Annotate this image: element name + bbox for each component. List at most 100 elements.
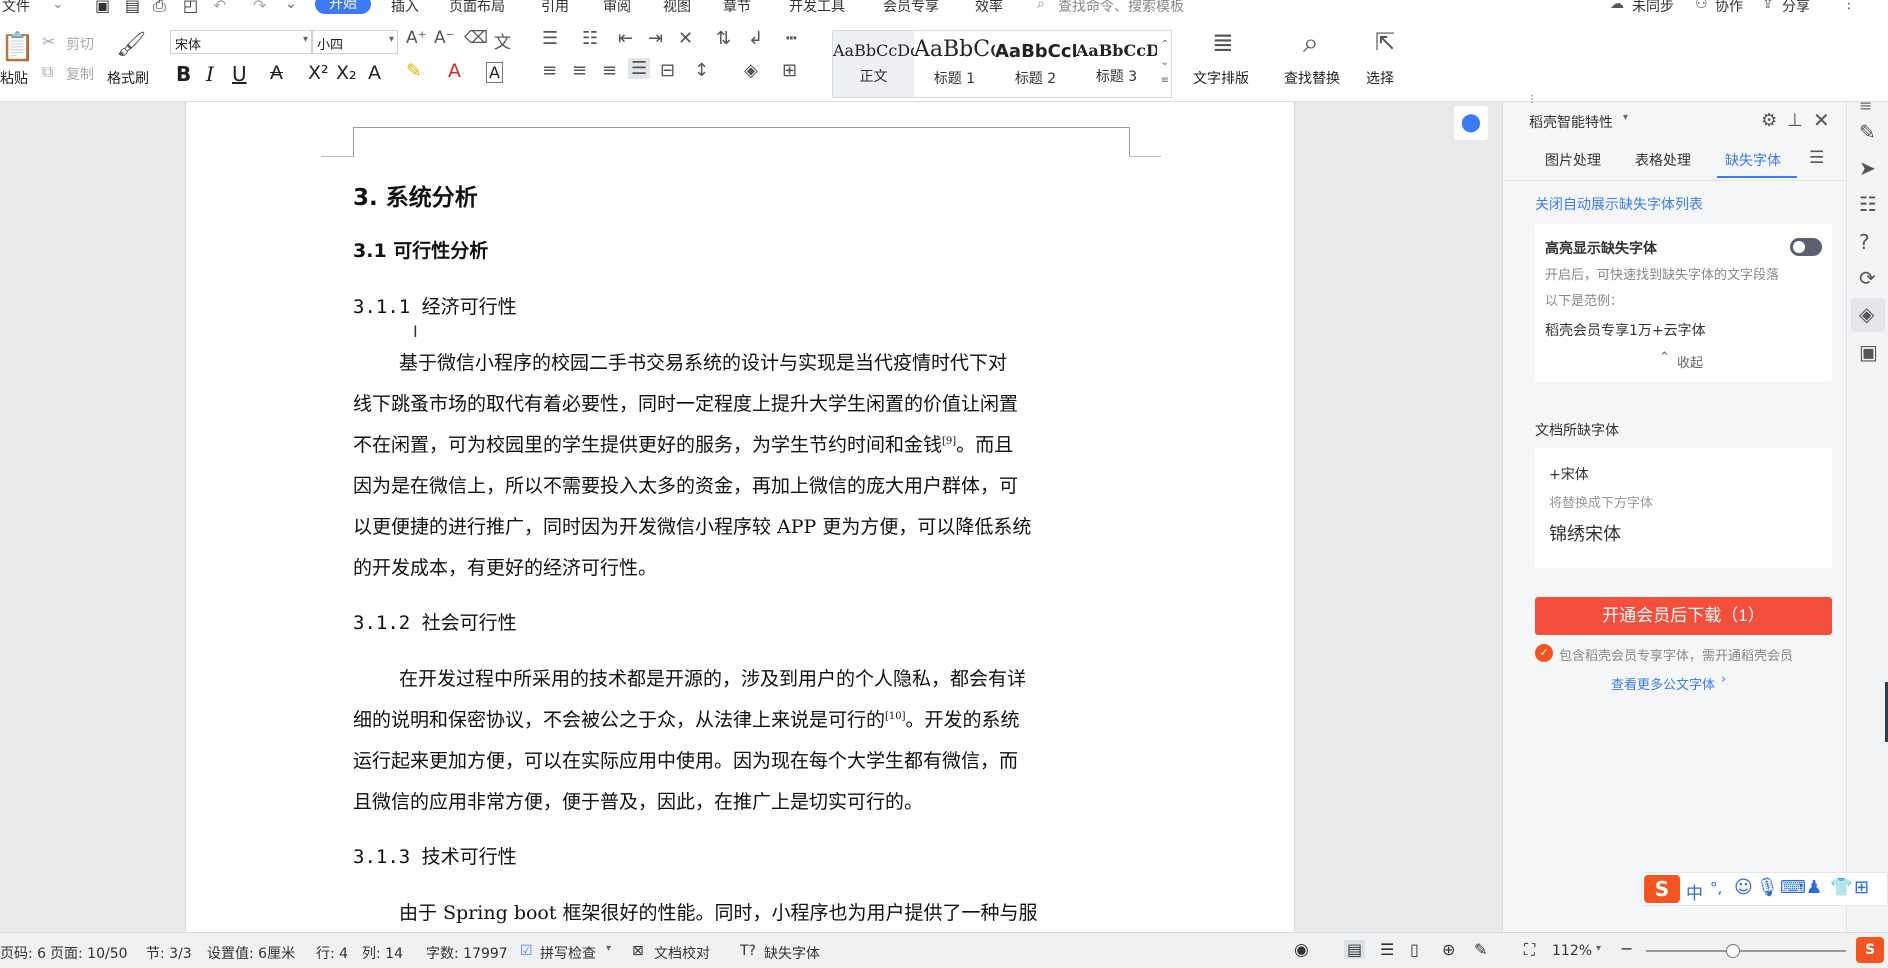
search-icon[interactable]: ⌕ <box>1037 0 1045 12</box>
rail-menu-icon[interactable]: ≡ <box>1859 96 1872 115</box>
more-menu-icon[interactable]: ⋮ <box>1842 0 1856 12</box>
align-left-icon[interactable]: ≡ <box>542 60 557 81</box>
decrease-indent-icon[interactable]: ⇤ <box>618 28 633 49</box>
shrink-font-icon[interactable]: A⁻ <box>434 28 455 48</box>
command-search[interactable]: 查找命令、搜索模板 <box>1058 0 1184 14</box>
outline-view-icon[interactable]: ☰ <box>1380 940 1394 959</box>
paragraph-line[interactable]: 基于微信小程序的校园二手书交易系统的设计与实现是当代疫情时代下对 <box>399 348 1007 375</box>
find-replace-button[interactable]: 查找替换 <box>1284 68 1340 88</box>
highlight-toggle[interactable] <box>1790 238 1822 256</box>
edit-icon[interactable]: ✎ <box>1859 120 1876 144</box>
justify-icon[interactable]: ☰ <box>628 58 651 79</box>
microphone-icon[interactable]: 🎙 <box>1756 877 1779 898</box>
style-scroll-down-icon[interactable]: ⌄ <box>1161 57 1169 68</box>
tab-table-process[interactable]: 表格处理 <box>1635 150 1691 170</box>
line-spacing-icon[interactable]: ↕ <box>694 60 709 81</box>
heading-system-analysis[interactable]: 3. 系统分析 <box>353 178 478 212</box>
status-page-code[interactable]: 页码: 6 <box>0 943 46 963</box>
chevron-down-icon[interactable]: ▾ <box>1596 943 1601 954</box>
numbered-list-icon[interactable]: ☷ <box>582 28 598 49</box>
collab-button[interactable]: 协作 <box>1715 0 1743 14</box>
paragraph-line[interactable]: 且微信的应用非常方便，便于普及，因此，在推广上是切实可行的。 <box>353 787 923 814</box>
bold-icon[interactable]: B <box>176 62 191 86</box>
tab-image-process[interactable]: 图片处理 <box>1545 150 1601 170</box>
tab-efficiency[interactable]: 效率 <box>975 0 1003 14</box>
strikethrough-icon[interactable]: A <box>270 62 283 84</box>
status-row[interactable]: 行: 4 <box>316 943 348 963</box>
borders-icon[interactable]: ⊞ <box>782 60 797 81</box>
paste-icon[interactable]: 📋 <box>0 30 35 63</box>
save-icon[interactable]: ▣ <box>95 0 110 14</box>
font-tool-icon[interactable]: ◈ <box>1859 302 1874 326</box>
ime-user-icon[interactable]: ♟ <box>1806 877 1822 898</box>
print-icon[interactable]: ⎙ <box>153 0 166 14</box>
chinese-layout-icon[interactable]: ✕ <box>678 28 693 49</box>
cut-button[interactable]: 剪切 <box>66 34 94 54</box>
paragraph-line[interactable]: 线下跳蚤市场的取代有着必要性，同时一定程度上提升大学生闲置的价值让闲置 <box>353 389 1018 416</box>
format-painter-icon[interactable]: 🖌 <box>116 30 146 58</box>
ime-skin-icon[interactable]: 👕 <box>1830 877 1852 898</box>
translate-icon[interactable]: ⟳ <box>1859 266 1876 290</box>
style-normal[interactable]: AaBbCcDd 正文 <box>833 31 914 97</box>
status-col[interactable]: 列: 14 <box>362 943 403 963</box>
tab-stops-icon[interactable]: ┅ <box>786 28 797 49</box>
menu-icon[interactable]: ☰ <box>1809 148 1824 168</box>
redo-icon[interactable]: ↷ <box>253 0 266 14</box>
status-page[interactable]: 页面: 10/50 <box>50 943 128 963</box>
clear-format-icon[interactable]: ⌫ <box>464 28 488 48</box>
chevron-up-icon[interactable]: ⌃ <box>1659 350 1670 365</box>
distribute-icon[interactable]: ⊟ <box>660 60 675 81</box>
style-heading1[interactable]: AaBbCc 标题 1 <box>914 31 995 97</box>
increase-indent-icon[interactable]: ⇥ <box>648 28 663 49</box>
copy-icon[interactable]: ⧉ <box>42 62 53 82</box>
font-color-icon[interactable]: A <box>448 60 461 82</box>
pinyin-icon[interactable]: 文 <box>494 28 511 53</box>
zoom-slider[interactable] <box>1646 950 1846 952</box>
chevron-down-icon[interactable]: ▾ <box>606 943 611 954</box>
paragraph-line[interactable]: 细的说明和保密协议，不会被公之于众，从法律上来说是可行的[10]。开发的系统 <box>353 705 1020 732</box>
heading-technical[interactable]: 3.1.3 技术可行性 <box>353 842 517 869</box>
citation[interactable]: [10] <box>885 711 906 722</box>
subscript-icon[interactable]: X₂ <box>336 62 357 84</box>
paste-button[interactable]: 粘贴 <box>0 68 28 88</box>
spell-check-button[interactable]: 拼写检查 <box>540 943 596 963</box>
chevron-right-icon[interactable]: › <box>1721 672 1726 687</box>
more-quick-icon[interactable]: ⌄ <box>285 0 297 12</box>
document-page[interactable]: 3. 系统分析 3.1 可行性分析 3.1.1 经济可行性 I 基于微信小程序的… <box>185 102 1295 932</box>
tab-home[interactable]: 开始 <box>315 0 371 14</box>
panel-drag-icon[interactable]: ⋮ <box>1527 94 1537 105</box>
text-layout-icon[interactable]: ≣ <box>1212 28 1234 58</box>
reader-icon[interactable]: ▣ <box>1859 340 1878 364</box>
format-painter-button[interactable]: 格式刷 <box>107 68 149 88</box>
paragraph-line[interactable]: 运行起来更加方便，可以在实际应用中使用。因为现在每个大学生都有微信，而 <box>353 746 1018 773</box>
undo-icon[interactable]: ↶ <box>213 0 226 14</box>
close-auto-list-link[interactable]: 关闭自动展示缺失字体列表 <box>1535 194 1703 214</box>
collapse-button[interactable]: 收起 <box>1677 352 1703 371</box>
page-view-icon[interactable]: ▤ <box>1344 940 1366 959</box>
download-button[interactable]: 开通会员后下载（1） <box>1535 597 1832 635</box>
zoom-slider-handle[interactable] <box>1726 944 1740 958</box>
copy-button[interactable]: 复制 <box>66 64 94 84</box>
text-layout-button[interactable]: 文字排版 <box>1193 68 1249 88</box>
tab-chapter[interactable]: 章节 <box>723 0 751 14</box>
scissors-icon[interactable]: ✂ <box>42 32 55 51</box>
location-pin-icon[interactable]: ⬤ <box>1454 106 1488 140</box>
char-border-icon[interactable]: A <box>486 62 503 83</box>
read-view-icon[interactable]: ▯ <box>1410 940 1419 959</box>
eye-protect-icon[interactable]: ◉ <box>1294 940 1309 960</box>
paragraph-line[interactable]: 以更便捷的进行推广，同时因为开发微信小程序较 APP 更为方便，可以降低系统 <box>353 512 1031 539</box>
sort-icon[interactable]: ⇅ <box>716 28 731 49</box>
heading-economic[interactable]: 3.1.1 经济可行性 <box>353 292 517 319</box>
paragraph-line[interactable]: 的开发成本，有更好的经济可行性。 <box>353 553 657 580</box>
tab-references[interactable]: 引用 <box>541 0 569 14</box>
sogou-logo-icon[interactable]: S <box>1644 875 1680 903</box>
fit-page-icon[interactable]: ⛶ <box>1524 940 1535 960</box>
select-cursor-icon[interactable]: ⇱ <box>1375 28 1395 56</box>
adjust-icon[interactable]: ☷ <box>1859 192 1877 216</box>
status-section[interactable]: 节: 3/3 <box>146 943 192 963</box>
close-icon[interactable]: ✕ <box>1813 108 1830 132</box>
panel-title[interactable]: 稻壳智能特性 <box>1529 112 1613 132</box>
paragraph-line[interactable]: 因为是在微信上，所以不需要投入太多的资金，再加上微信的庞大用户群体，可 <box>353 471 1018 498</box>
tab-view[interactable]: 视图 <box>663 0 691 14</box>
missing-font-card[interactable]: +宋体 将替换成下方字体 锦绣宋体 <box>1535 448 1832 568</box>
